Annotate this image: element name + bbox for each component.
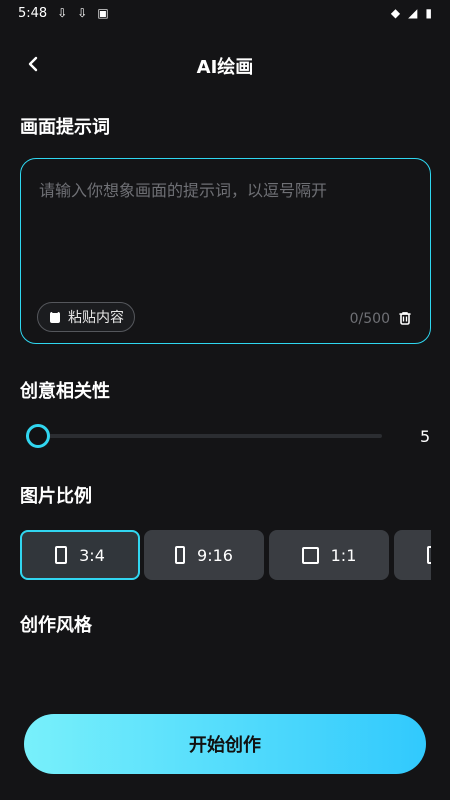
status-time: 5:48 <box>18 5 48 21</box>
page-title: AI绘画 <box>196 57 254 78</box>
slider-track[interactable] <box>26 434 382 438</box>
status-bar: 5:48 ⇩ ⇩ ▣ ◆ ◢ ▮ <box>0 0 450 26</box>
ratio-icon <box>427 546 431 564</box>
ratio-option-partial[interactable] <box>394 530 431 580</box>
trash-icon <box>399 312 411 325</box>
paste-content-button[interactable]: 粘贴内容 <box>37 302 135 332</box>
prompt-textarea[interactable] <box>37 175 416 289</box>
wifi-icon: ◆ <box>390 6 401 20</box>
ratio-option-3-4[interactable]: 3:4 <box>20 530 140 580</box>
notification-icon: ▣ <box>97 6 109 20</box>
relevance-slider[interactable] <box>26 424 382 448</box>
prompt-input-box: 粘贴内容 0/500 <box>20 158 431 344</box>
ratio-options: 3:4 9:16 1:1 <box>20 530 431 581</box>
status-left: 5:48 ⇩ ⇩ ▣ <box>18 6 109 21</box>
status-right: ◆ ◢ ▮ <box>391 7 432 19</box>
battery-icon: ▮ <box>425 6 432 20</box>
signal-icon: ◢ <box>408 6 418 20</box>
paste-content-label: 粘贴内容 <box>68 310 124 326</box>
clear-button[interactable] <box>396 309 414 327</box>
slider-thumb[interactable] <box>26 424 50 448</box>
relevance-section-title: 创意相关性 <box>20 381 110 402</box>
ratio-label: 1:1 <box>330 545 357 565</box>
ratio-section-title: 图片比例 <box>20 486 92 507</box>
ratio-label: 3:4 <box>79 545 105 565</box>
download-icon: ⇩ <box>57 6 68 20</box>
prompt-section-title: 画面提示词 <box>20 117 110 138</box>
square-ratio-icon <box>301 546 319 564</box>
style-section-title: 创作风格 <box>20 615 92 636</box>
ratio-option-9-16[interactable]: 9:16 <box>144 530 264 580</box>
portrait-ratio-icon <box>55 546 68 564</box>
ratio-option-1-1[interactable]: 1:1 <box>269 530 389 580</box>
character-count: 0/500 <box>349 311 390 327</box>
ratio-label: 9:16 <box>197 545 233 565</box>
download-icon: ⇩ <box>77 6 88 20</box>
clipboard-icon <box>50 311 60 323</box>
start-create-button[interactable]: 开始创作 <box>24 714 426 774</box>
relevance-value: 5 <box>420 427 431 446</box>
tall-ratio-icon <box>175 546 186 564</box>
app-header: AI绘画 <box>0 40 450 90</box>
